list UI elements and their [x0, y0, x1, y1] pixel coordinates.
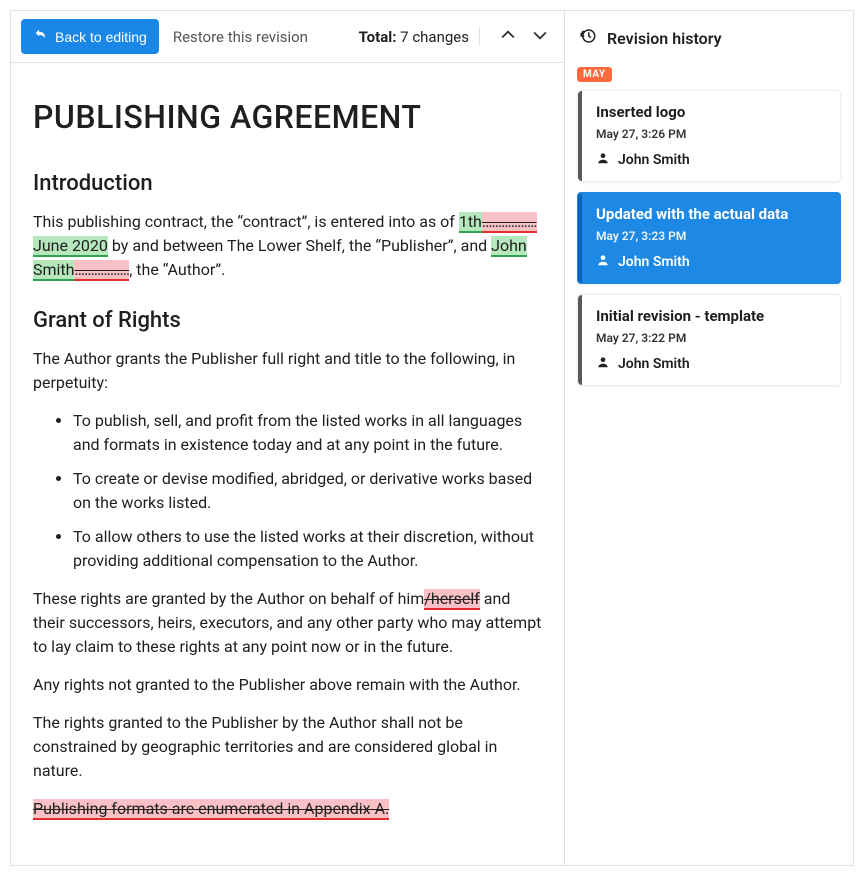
revision-title: Initial revision - template	[596, 307, 828, 325]
revision-author: John Smith	[596, 253, 828, 271]
grant-intro: The Author grants the Publisher full rig…	[33, 347, 542, 395]
restore-revision-link[interactable]: Restore this revision	[173, 28, 308, 46]
insertion: June 2020	[33, 236, 108, 257]
user-icon	[596, 151, 610, 169]
revision-card-selected[interactable]: Updated with the actual data May 27, 3:2…	[577, 192, 841, 284]
grant-list: To publish, sell, and profit from the li…	[33, 409, 542, 573]
chevron-up-icon	[498, 25, 518, 49]
back-to-editing-button[interactable]: Back to editing	[21, 19, 159, 54]
revision-author: John Smith	[596, 355, 828, 373]
insertion: 1th	[459, 212, 482, 233]
document-body: PUBLISHING AGREEMENT Introduction This p…	[11, 63, 564, 865]
list-item: To allow others to use the listed works …	[73, 525, 542, 573]
toolbar: Back to editing Restore this revision To…	[11, 11, 564, 63]
grant-deleted-block: Publishing formats are enumerated in App…	[33, 797, 542, 821]
history-icon	[579, 27, 597, 49]
change-nav	[494, 23, 554, 51]
chevron-down-icon	[530, 25, 550, 49]
heading-grant: Grant of Rights	[33, 304, 542, 337]
grant-p3: Any rights not granted to the Publisher …	[33, 673, 542, 697]
total-changes: Total: 7 changes	[359, 28, 480, 46]
intro-paragraph: This publishing contract, the “contract”…	[33, 210, 542, 282]
revision-author: John Smith	[596, 151, 828, 169]
app-frame: Back to editing Restore this revision To…	[10, 10, 854, 866]
user-icon	[596, 253, 610, 271]
doc-title: PUBLISHING AGREEMENT	[33, 93, 542, 141]
total-label: Total:	[359, 28, 397, 46]
revision-title: Updated with the actual data	[596, 205, 828, 223]
deletion: .................	[482, 212, 537, 233]
deletion: .................	[74, 260, 129, 281]
month-badge: MAY	[577, 67, 612, 82]
undo-icon	[33, 27, 49, 46]
revision-card[interactable]: Inserted logo May 27, 3:26 PM John Smith	[577, 90, 841, 182]
grant-p4: The rights granted to the Publisher by t…	[33, 711, 542, 783]
revision-history-panel: Revision history MAY Inserted logo May 2…	[565, 11, 853, 865]
revision-time: May 27, 3:22 PM	[596, 331, 828, 345]
back-button-label: Back to editing	[55, 29, 147, 45]
deletion: Publishing formats are enumerated in App…	[33, 799, 389, 820]
total-changes-value: 7 changes	[400, 28, 469, 46]
next-change-button[interactable]	[526, 23, 554, 51]
list-item: To create or devise modified, abridged, …	[73, 467, 542, 515]
document-column: Back to editing Restore this revision To…	[11, 11, 565, 865]
revision-history-title: Revision history	[607, 29, 722, 48]
grant-p2: These rights are granted by the Author o…	[33, 587, 542, 659]
user-icon	[596, 355, 610, 373]
revision-card[interactable]: Initial revision - template May 27, 3:22…	[577, 294, 841, 386]
heading-introduction: Introduction	[33, 167, 542, 200]
deletion: /herself	[424, 589, 480, 610]
revision-time: May 27, 3:23 PM	[596, 229, 828, 243]
prev-change-button[interactable]	[494, 23, 522, 51]
list-item: To publish, sell, and profit from the li…	[73, 409, 542, 457]
revision-title: Inserted logo	[596, 103, 828, 121]
revision-history-header: Revision history	[577, 21, 841, 61]
revision-time: May 27, 3:26 PM	[596, 127, 828, 141]
